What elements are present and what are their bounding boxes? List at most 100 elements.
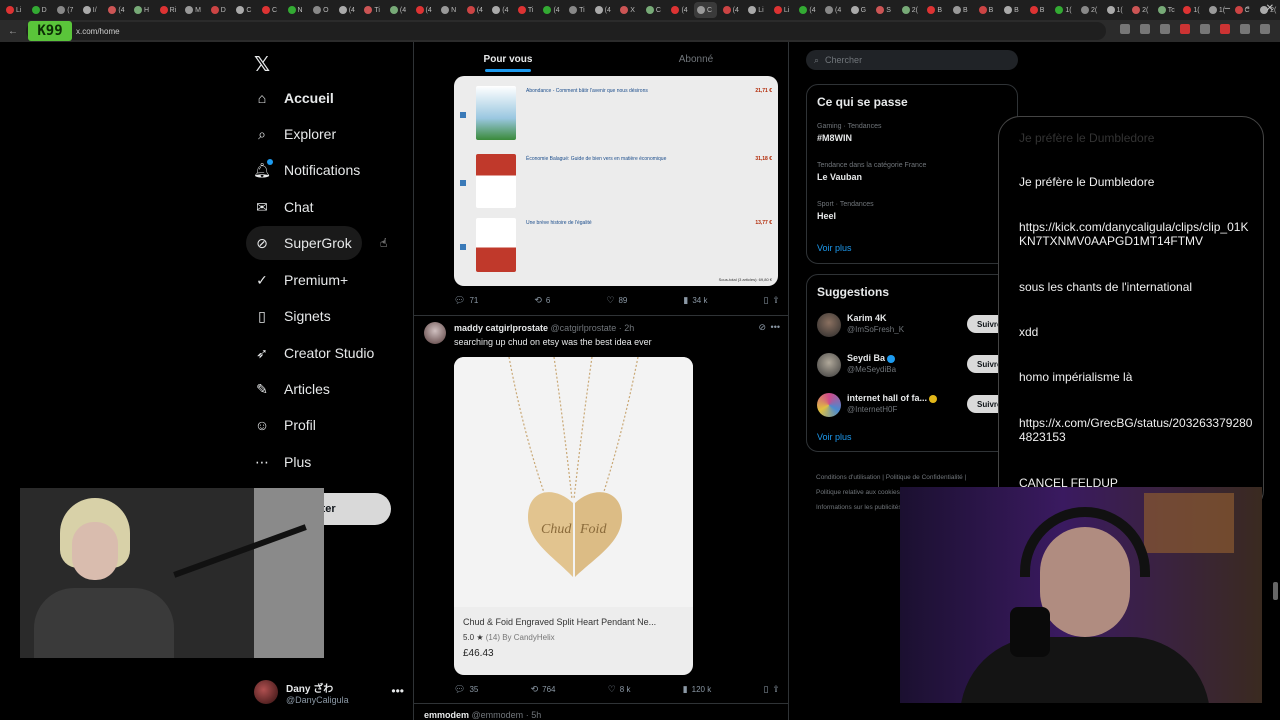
nav-item-notifications[interactable]: 🔔︎ Notifications bbox=[246, 153, 370, 187]
footer-link[interactable]: Informations sur les publicités bbox=[816, 504, 902, 511]
browser-tab[interactable]: 1( bbox=[1052, 2, 1075, 18]
page-scrollbar[interactable] bbox=[1273, 582, 1278, 600]
browser-tab[interactable]: Ti bbox=[515, 2, 538, 18]
browser-tab[interactable]: (4 bbox=[464, 2, 487, 18]
browser-tab[interactable]: D bbox=[208, 2, 231, 18]
browser-tab[interactable]: (4 bbox=[489, 2, 512, 18]
record-icon[interactable] bbox=[1220, 24, 1230, 34]
next-post-author[interactable]: emmodem @emmodem · 5h bbox=[424, 710, 541, 720]
browser-tab[interactable]: S bbox=[873, 2, 896, 18]
browser-tab[interactable]: (4 bbox=[336, 2, 359, 18]
grok-icon[interactable]: ⊘ bbox=[758, 322, 766, 333]
browser-tab[interactable]: D bbox=[29, 2, 52, 18]
more-icon[interactable]: ••• bbox=[771, 322, 780, 332]
post-image-etsy-product[interactable]: Chud Foid Chud & Foid Engraved Split Hea… bbox=[454, 357, 693, 675]
download-icon[interactable] bbox=[1240, 24, 1250, 34]
browser-tab[interactable]: B bbox=[950, 2, 973, 18]
browser-tab[interactable]: Ri bbox=[157, 2, 180, 18]
views-button[interactable]: ▮ 34 k bbox=[683, 295, 707, 306]
trend-item[interactable]: Gaming · Tendances #M8WIN bbox=[817, 123, 881, 143]
avatar[interactable] bbox=[424, 322, 446, 344]
zoom-icon[interactable] bbox=[1120, 24, 1130, 34]
bookmark-icon[interactable]: ▯ bbox=[763, 684, 768, 695]
nav-item-chat[interactable]: ✉ Chat bbox=[246, 190, 324, 224]
reply-button[interactable]: 💬︎ 71 bbox=[454, 295, 478, 306]
menu-icon[interactable] bbox=[1260, 24, 1270, 34]
nav-item-bookmarks[interactable]: ▯ Signets bbox=[246, 299, 341, 333]
browser-tab[interactable]: Li bbox=[745, 2, 768, 18]
tab-for-you[interactable]: Pour vous bbox=[414, 42, 602, 76]
browser-tab[interactable]: 2( bbox=[1078, 2, 1101, 18]
nav-item-explore[interactable]: ⌕ Explorer bbox=[246, 117, 346, 151]
x-logo-icon[interactable]: 𝕏 bbox=[254, 52, 270, 77]
browser-tab[interactable]: 1( bbox=[1104, 2, 1127, 18]
browser-tab[interactable]: (4 bbox=[540, 2, 563, 18]
repost-button[interactable]: ⟲ 6 bbox=[534, 295, 550, 306]
browser-tab[interactable]: Ti bbox=[566, 2, 589, 18]
suggestion-item[interactable]: Seydi Ba @MeSeydiBa Suivre bbox=[817, 351, 1017, 379]
close-window-icon[interactable]: ✕ bbox=[1266, 3, 1274, 14]
search-input[interactable]: ⌕ Chercher bbox=[806, 50, 1018, 70]
browser-tab[interactable]: I/ bbox=[80, 2, 103, 18]
footer-link[interactable]: Conditions d'utilisation bbox=[816, 474, 880, 481]
browser-tab[interactable]: X bbox=[617, 2, 640, 18]
browser-tab[interactable]: 2( bbox=[899, 2, 922, 18]
browser-tab[interactable]: (4 bbox=[387, 2, 410, 18]
nav-item-articles[interactable]: ✎ Articles bbox=[246, 372, 340, 406]
trend-item[interactable]: Sport · Tendances Heel bbox=[817, 201, 874, 221]
browser-tab[interactable]: (4 bbox=[105, 2, 128, 18]
browser-tab[interactable]: (4 bbox=[720, 2, 743, 18]
browser-tab[interactable]: Ti bbox=[361, 2, 384, 18]
browser-tab[interactable]: 1( bbox=[1180, 2, 1203, 18]
browser-tab[interactable]: (4 bbox=[822, 2, 845, 18]
cast-icon[interactable] bbox=[1140, 24, 1150, 34]
footer-link[interactable]: Politique de Confidentialité bbox=[886, 474, 963, 481]
browser-tab[interactable]: O bbox=[310, 2, 333, 18]
reply-button[interactable]: 💬︎ 35 bbox=[454, 684, 478, 695]
browser-tab[interactable]: B bbox=[1001, 2, 1024, 18]
browser-tab[interactable]: (4 bbox=[592, 2, 615, 18]
extensions-icon[interactable] bbox=[1200, 24, 1210, 34]
bookmark-icon[interactable]: ▯ bbox=[763, 295, 768, 306]
maximize-icon[interactable]: ▫ bbox=[1246, 3, 1250, 14]
browser-tab[interactable]: C bbox=[643, 2, 666, 18]
footer-link[interactable]: Politique relative aux cookies bbox=[816, 489, 900, 496]
like-button[interactable]: ♡ 89 bbox=[606, 295, 627, 306]
browser-tab[interactable]: B bbox=[924, 2, 947, 18]
nav-item-home[interactable]: ⌂ Accueil bbox=[246, 81, 344, 115]
browser-tab[interactable]: C bbox=[233, 2, 256, 18]
back-icon[interactable]: ← bbox=[8, 26, 18, 37]
account-switcher[interactable]: Dany ざわ @DanyCaligula ••• bbox=[254, 676, 404, 708]
browser-tab[interactable]: B bbox=[976, 2, 999, 18]
views-button[interactable]: ▮ 120 k bbox=[683, 684, 712, 695]
nav-item-supergrok[interactable]: ⊘ SuperGrok bbox=[246, 226, 362, 260]
browser-tab[interactable]: N bbox=[438, 2, 461, 18]
share-icon[interactable]: ⇪ bbox=[772, 684, 780, 695]
tab-following[interactable]: Abonné bbox=[602, 42, 788, 76]
browser-tab[interactable]: (4 bbox=[413, 2, 436, 18]
browser-tab[interactable]: N bbox=[285, 2, 308, 18]
nav-item-profile[interactable]: ☺ Profil bbox=[246, 408, 326, 442]
browser-tab[interactable]: Tc bbox=[1155, 2, 1178, 18]
browser-tab[interactable]: Li bbox=[771, 2, 794, 18]
url-field[interactable]: x.com/home bbox=[26, 22, 1106, 40]
browser-tab[interactable]: 2( bbox=[1129, 2, 1152, 18]
like-button[interactable]: ♡ 8 k bbox=[608, 684, 631, 695]
star-icon[interactable] bbox=[1160, 24, 1170, 34]
share-icon[interactable]: ⇪ bbox=[772, 295, 780, 306]
browser-tab[interactable]: H bbox=[131, 2, 154, 18]
browser-tab[interactable]: (4 bbox=[668, 2, 691, 18]
minimize-icon[interactable]: – bbox=[1225, 3, 1231, 14]
trends-see-more-link[interactable]: Voir plus bbox=[817, 243, 852, 253]
suggestion-item[interactable]: Karim 4K @ImSoFresh_K Suivre bbox=[817, 311, 1017, 339]
browser-tab[interactable]: C bbox=[259, 2, 282, 18]
nav-item-creator-studio[interactable]: ➶ Creator Studio bbox=[246, 336, 384, 370]
suggestions-see-more-link[interactable]: Voir plus bbox=[817, 432, 852, 442]
browser-tab[interactable]: Li bbox=[3, 2, 26, 18]
browser-tab[interactable]: (4 bbox=[796, 2, 819, 18]
repost-button[interactable]: ⟲ 764 bbox=[531, 684, 556, 695]
browser-tab[interactable]: (7 bbox=[54, 2, 77, 18]
browser-tab[interactable]: C bbox=[694, 2, 717, 18]
post-author[interactable]: maddy catgirlprostate @catgirlprostate ·… bbox=[454, 323, 634, 333]
post-image-amazon-cart[interactable]: Abondance - Comment bâtir l'avenir que n… bbox=[454, 76, 778, 286]
